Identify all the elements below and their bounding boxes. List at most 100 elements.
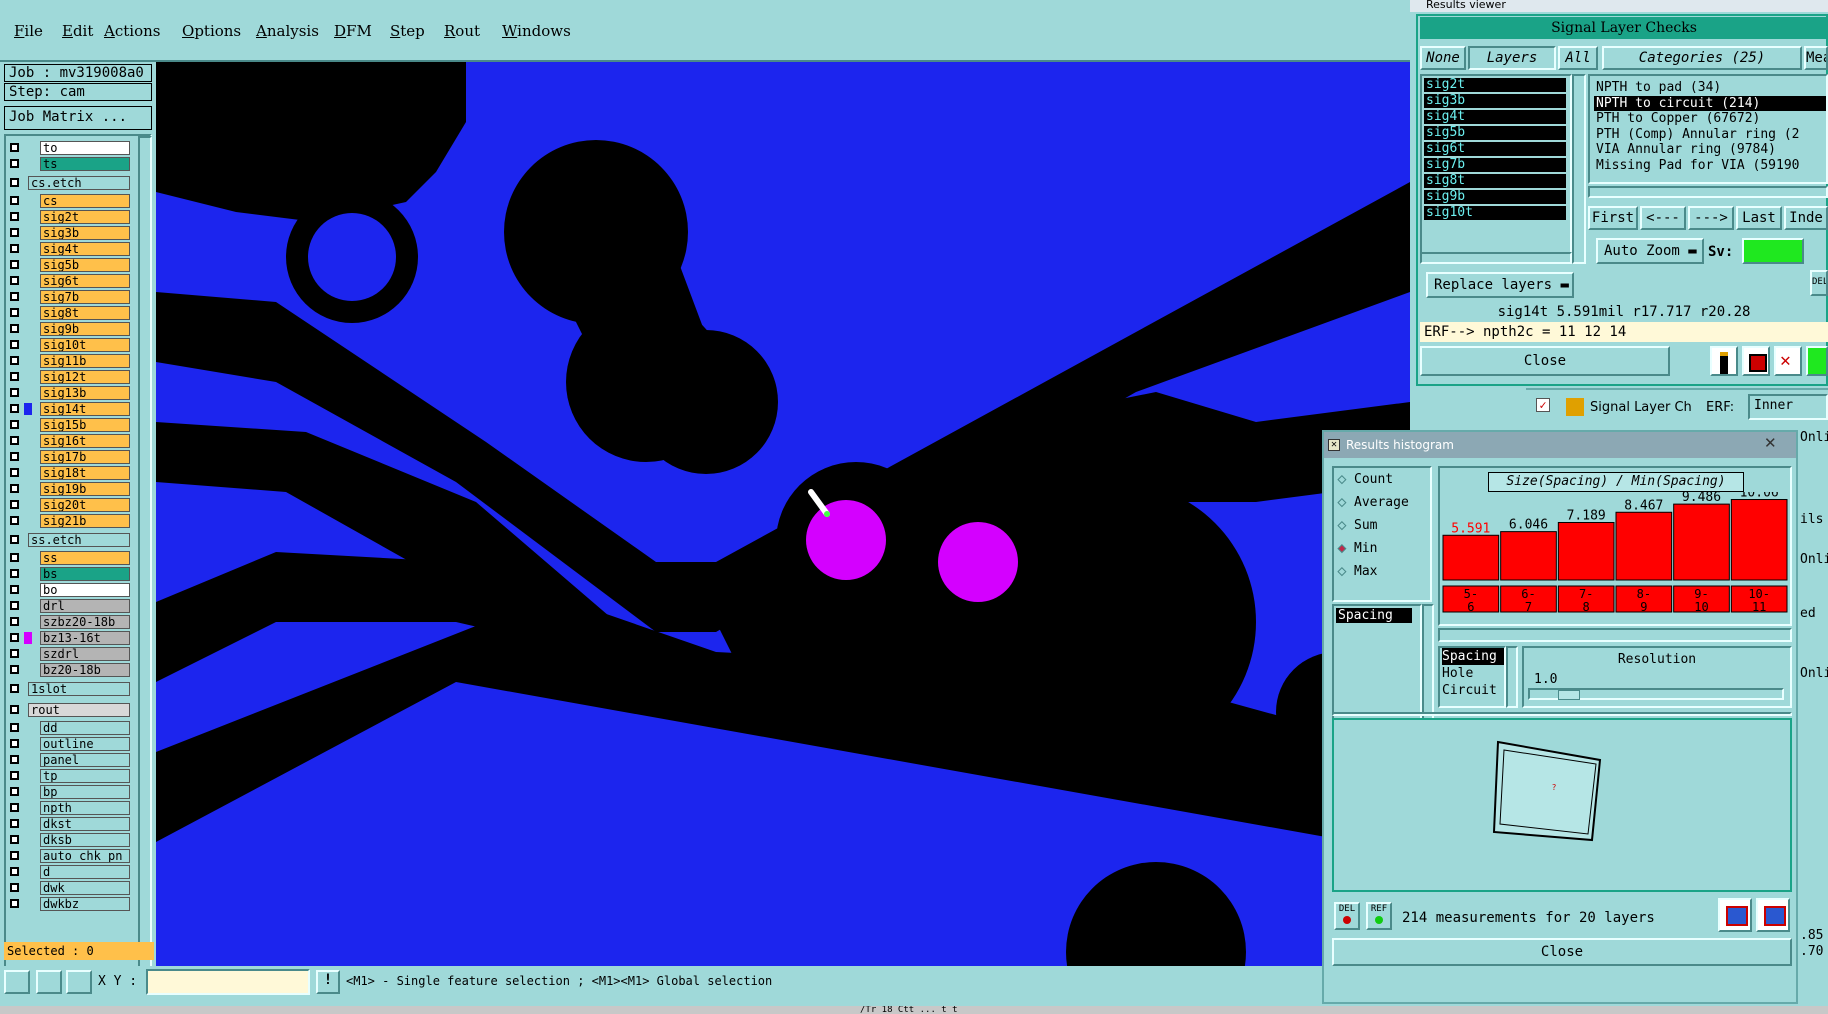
layer-name[interactable]: sig21b <box>40 514 130 528</box>
layer-checkbox[interactable] <box>10 819 19 828</box>
layer-row[interactable]: sig7b <box>8 289 130 304</box>
histogram-bar[interactable] <box>1673 503 1730 581</box>
menu-analysis[interactable]: Analysis <box>256 22 319 40</box>
layer-checkbox[interactable] <box>10 803 19 812</box>
layer-name[interactable]: sig17b <box>40 450 130 464</box>
viewer-layer-item[interactable]: sig7b <box>1424 158 1566 172</box>
layer-row[interactable]: sig15b <box>8 417 130 432</box>
layer-row[interactable]: ss.etch <box>8 532 130 547</box>
layer-name[interactable]: bp <box>40 785 130 799</box>
tool-icon-2[interactable] <box>1742 346 1770 376</box>
layer-checkbox[interactable] <box>10 883 19 892</box>
layer-checkbox[interactable] <box>10 569 19 578</box>
layer-checkbox[interactable] <box>10 159 19 168</box>
snap-icon[interactable] <box>4 970 30 994</box>
layer-checkbox[interactable] <box>10 633 19 642</box>
histogram-bar[interactable] <box>1557 521 1615 581</box>
layer-checkbox[interactable] <box>10 617 19 626</box>
layer-row[interactable]: sig14t <box>8 401 130 416</box>
viewer-layer-item[interactable]: sig8t <box>1424 174 1566 188</box>
layer-row[interactable]: bz13-16t <box>8 630 130 645</box>
layer-name[interactable]: outline <box>40 737 130 751</box>
histogram-close-button[interactable]: Close <box>1332 938 1792 966</box>
layer-name[interactable]: bs <box>40 567 130 581</box>
none-button[interactable]: None <box>1420 46 1466 70</box>
layer-checkbox[interactable] <box>10 755 19 764</box>
viewer-layer-item[interactable]: sig6t <box>1424 142 1566 156</box>
viewer-category-item[interactable]: NPTH to pad (34) <box>1594 80 1826 96</box>
layer-checkbox[interactable] <box>10 684 19 693</box>
layer-checkbox[interactable] <box>10 340 19 349</box>
layers-button[interactable]: Layers <box>1468 46 1556 70</box>
layer-checkbox[interactable] <box>10 601 19 610</box>
layer-name[interactable]: sig2t <box>40 210 130 224</box>
statistic-option[interactable]: ◆ Max <box>1334 560 1430 583</box>
histogram-bar[interactable] <box>1615 511 1673 581</box>
layer-row[interactable]: sig17b <box>8 449 130 464</box>
layer-name[interactable]: dwk <box>40 881 130 895</box>
layer-row[interactable]: bz20-18b <box>8 662 130 677</box>
layer-name[interactable]: sig8t <box>40 306 130 320</box>
layer-row[interactable]: sig11b <box>8 353 130 368</box>
statistic-option[interactable]: ◆ Average <box>1334 491 1430 514</box>
viewer-category-item[interactable]: Missing Pad for VIA (59190 <box>1594 158 1826 174</box>
layer-name[interactable]: to <box>40 141 130 155</box>
layer-row[interactable]: dkst <box>8 816 130 831</box>
layer-checkbox[interactable] <box>10 292 19 301</box>
layer-name[interactable]: auto_chk_pn <box>40 849 130 863</box>
attribute-list-scrollbar[interactable] <box>1506 646 1518 708</box>
statistic-option[interactable]: ◆ Count <box>1334 468 1430 491</box>
layer-row[interactable]: szdrl <box>8 646 130 661</box>
layer-checkbox[interactable] <box>10 178 19 187</box>
layer-row[interactable]: sig20t <box>8 497 130 512</box>
layer-checkbox[interactable] <box>10 260 19 269</box>
layer-checkbox[interactable] <box>10 500 19 509</box>
statistic-list-item[interactable]: Spacing <box>1336 608 1412 623</box>
layer-row[interactable]: dd <box>8 720 130 735</box>
layer-name[interactable]: szdrl <box>40 647 130 661</box>
viewer-layer-item[interactable]: sig5b <box>1424 126 1566 140</box>
layer-name[interactable]: dwkbz <box>40 897 130 911</box>
viewer-layer-item[interactable]: sig2t <box>1424 78 1566 92</box>
layer-row[interactable]: sig6t <box>8 273 130 288</box>
first-button[interactable]: First <box>1588 206 1638 230</box>
layer-row[interactable]: sig5b <box>8 257 130 272</box>
menu-rout[interactable]: Rout <box>444 22 480 40</box>
histogram-bar[interactable] <box>1442 534 1500 581</box>
layer-name[interactable]: sig14t <box>40 402 130 416</box>
layer-name[interactable]: sig12t <box>40 370 130 384</box>
window-menu-icon[interactable]: ✕ <box>1328 439 1340 451</box>
layer-name[interactable]: dksb <box>40 833 130 847</box>
alert-icon[interactable]: ! <box>316 970 340 994</box>
layer-checkbox[interactable] <box>10 553 19 562</box>
layer-checkbox[interactable] <box>10 535 19 544</box>
layer-row[interactable]: bp <box>8 784 130 799</box>
layer-row[interactable]: bo <box>8 582 130 597</box>
layer-row[interactable]: tp <box>8 768 130 783</box>
layer-row[interactable]: cs.etch <box>8 175 130 190</box>
histogram-bar[interactable] <box>1500 531 1557 581</box>
layer-name[interactable]: d <box>40 865 130 879</box>
layer-name[interactable]: sig16t <box>40 434 130 448</box>
layer-row[interactable]: sig19b <box>8 481 130 496</box>
next-button[interactable]: ---> <box>1688 206 1734 230</box>
layer-name[interactable]: bo <box>40 583 130 597</box>
layer-checkbox[interactable] <box>10 649 19 658</box>
viewer-layer-item[interactable]: sig3b <box>1424 94 1566 108</box>
histo-print-icon[interactable] <box>1756 898 1790 932</box>
all-button[interactable]: All <box>1558 46 1598 70</box>
viewer-layer-hscroll[interactable] <box>1420 252 1572 264</box>
layer-row[interactable]: sig16t <box>8 433 130 448</box>
viewer-category-item[interactable]: NPTH to circuit (214) <box>1594 95 1826 111</box>
checkbox-icon[interactable]: ✓ <box>1536 398 1550 412</box>
minimap-del-button[interactable]: DEL <box>1334 902 1360 930</box>
layer-row[interactable]: sig8t <box>8 305 130 320</box>
layer-row[interactable]: bs <box>8 566 130 581</box>
layer-name[interactable]: sig9b <box>40 322 130 336</box>
layer-name[interactable]: ss.etch <box>28 533 130 547</box>
layer-checkbox[interactable] <box>10 212 19 221</box>
layer-row[interactable]: sig18t <box>8 465 130 480</box>
menu-options[interactable]: Options <box>182 22 241 40</box>
layer-checkbox[interactable] <box>10 324 19 333</box>
viewer-close-button[interactable]: Close <box>1420 346 1670 376</box>
